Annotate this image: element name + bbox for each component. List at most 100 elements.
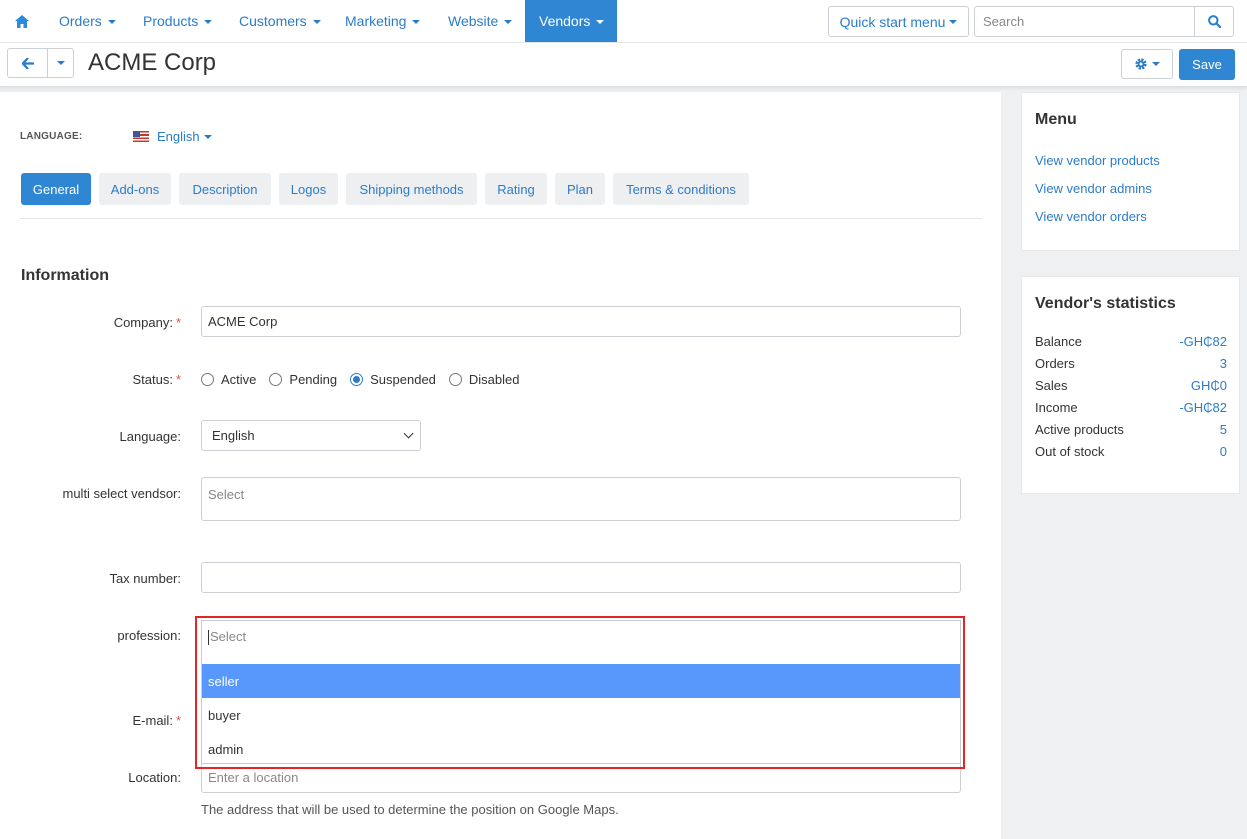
nav-label: Orders xyxy=(59,13,102,29)
language-value: English xyxy=(157,129,200,144)
profession-label: profession: xyxy=(117,628,181,643)
language-select[interactable]: English xyxy=(201,420,421,451)
stat-key: Balance xyxy=(1035,334,1082,349)
tab-add-ons[interactable]: Add-ons xyxy=(99,173,171,205)
statistics-title: Vendor's statistics xyxy=(1035,295,1176,312)
view-vendor-products-link[interactable]: View vendor products xyxy=(1035,153,1160,168)
radio-button[interactable] xyxy=(269,373,283,386)
caret-down-icon xyxy=(1152,62,1160,66)
nav-products[interactable]: Products xyxy=(143,0,213,42)
radio-button[interactable] xyxy=(448,373,462,386)
nav-label: Marketing xyxy=(345,13,407,29)
nav-customers[interactable]: Customers xyxy=(239,0,321,42)
caret-down-icon xyxy=(596,20,605,24)
language-label: LANGUAGE: xyxy=(20,131,83,142)
required-marker: * xyxy=(175,372,181,387)
label-text: E-mail: xyxy=(132,713,173,728)
tab-terms-conditions[interactable]: Terms & conditions xyxy=(613,173,749,205)
tax-number-label: Tax number: xyxy=(109,571,181,586)
stat-value[interactable]: -GH₵82 xyxy=(1179,334,1227,349)
radio-label: Disabled xyxy=(468,372,520,387)
stat-value[interactable]: 0 xyxy=(1220,444,1227,459)
label-text: Status: xyxy=(132,372,173,387)
tab-general[interactable]: General xyxy=(21,173,91,205)
required-marker: * xyxy=(175,713,181,728)
multi-select-placeholder: Select xyxy=(208,487,245,502)
multi-select-vendor-field[interactable]: Select xyxy=(201,477,961,521)
settings-dropdown-button[interactable] xyxy=(1121,49,1173,79)
home-icon[interactable] xyxy=(8,0,36,42)
radio-button[interactable] xyxy=(201,373,214,386)
save-button[interactable]: Save xyxy=(1179,49,1235,80)
search-box xyxy=(974,6,1234,37)
nav-orders[interactable]: Orders xyxy=(59,0,116,42)
nav-label: Customers xyxy=(239,13,307,29)
tab-logos[interactable]: Logos xyxy=(279,173,338,205)
stat-key: Out of stock xyxy=(1035,444,1105,459)
status-disabled-option[interactable]: Disabled xyxy=(448,372,520,387)
stat-value[interactable]: -GH₵82 xyxy=(1179,400,1227,415)
tab-plan[interactable]: Plan xyxy=(555,173,605,205)
caret-down-icon xyxy=(949,19,958,24)
search-button[interactable] xyxy=(1194,7,1233,36)
view-vendor-admins-link[interactable]: View vendor admins xyxy=(1035,181,1152,196)
language-select-value: English xyxy=(212,428,255,443)
stat-value[interactable]: GH₵0 xyxy=(1191,378,1227,393)
search-icon xyxy=(1207,15,1221,28)
nav-vendors[interactable]: Vendors xyxy=(525,0,617,42)
view-vendor-orders-link[interactable]: View vendor orders xyxy=(1035,209,1147,224)
nav-label: Products xyxy=(143,13,199,29)
highlight-frame xyxy=(195,616,965,769)
nav-marketing[interactable]: Marketing xyxy=(345,0,421,42)
nav-label: Vendors xyxy=(539,13,591,29)
stat-value[interactable]: 3 xyxy=(1220,356,1227,371)
page-title: ACME Corp xyxy=(88,49,217,76)
sidebar-statistics: Vendor's statistics Balance -GH₵82 Orders… xyxy=(1021,276,1240,494)
radio-label: Pending xyxy=(289,372,338,387)
language-selector[interactable]: English xyxy=(133,129,212,144)
tabs-divider xyxy=(20,218,982,219)
required-marker: * xyxy=(175,315,181,330)
caret-down-icon xyxy=(412,20,421,24)
company-field[interactable]: ACME Corp xyxy=(201,306,961,337)
chevron-down-icon xyxy=(403,428,414,439)
tab-shipping-methods[interactable]: Shipping methods xyxy=(346,173,477,205)
tab-rating[interactable]: Rating xyxy=(485,173,547,205)
stat-value[interactable]: 5 xyxy=(1220,422,1227,437)
sidebar-menu: Menu View vendor products View vendor ad… xyxy=(1021,92,1240,251)
radio-label: Active xyxy=(221,372,257,387)
back-dropdown-button[interactable] xyxy=(47,48,74,78)
back-button[interactable] xyxy=(7,48,48,78)
quick-start-menu-button[interactable]: Quick start menu xyxy=(828,6,969,37)
section-title: Information xyxy=(21,267,109,284)
location-label: Location: xyxy=(128,770,181,785)
stat-row-out-of-stock: Out of stock 0 xyxy=(1035,444,1227,459)
radio-button-selected[interactable] xyxy=(350,373,364,386)
tab-description[interactable]: Description xyxy=(179,173,271,205)
status-suspended-option[interactable]: Suspended xyxy=(350,372,436,387)
caret-down-icon xyxy=(107,20,116,24)
stat-row-balance: Balance -GH₵82 xyxy=(1035,334,1227,349)
us-flag-icon xyxy=(133,131,149,142)
caret-down-icon xyxy=(56,61,65,65)
search-input[interactable] xyxy=(975,7,1194,36)
status-radio-group: Active Pending Suspended Disabled xyxy=(201,372,533,387)
stat-row-income: Income -GH₵82 xyxy=(1035,400,1227,415)
tax-number-field[interactable] xyxy=(201,562,961,593)
stat-row-active-products: Active products 5 xyxy=(1035,422,1227,437)
status-active-option[interactable]: Active xyxy=(201,372,256,387)
quick-start-label: Quick start menu xyxy=(839,13,946,30)
language-field-label: Language: xyxy=(119,429,181,444)
gear-icon xyxy=(1135,58,1147,70)
location-placeholder: Enter a location xyxy=(208,770,299,785)
company-label: Company: * xyxy=(0,315,181,330)
nav-website[interactable]: Website xyxy=(448,0,513,42)
label-text: Company: xyxy=(113,315,173,330)
menu-title: Menu xyxy=(1035,111,1077,128)
caret-down-icon xyxy=(204,20,213,24)
stat-row-sales: Sales GH₵0 xyxy=(1035,378,1227,393)
email-label: E-mail: * xyxy=(0,713,181,728)
status-label: Status: * xyxy=(0,372,181,387)
status-pending-option[interactable]: Pending xyxy=(269,372,337,387)
stat-row-orders: Orders 3 xyxy=(1035,356,1227,371)
